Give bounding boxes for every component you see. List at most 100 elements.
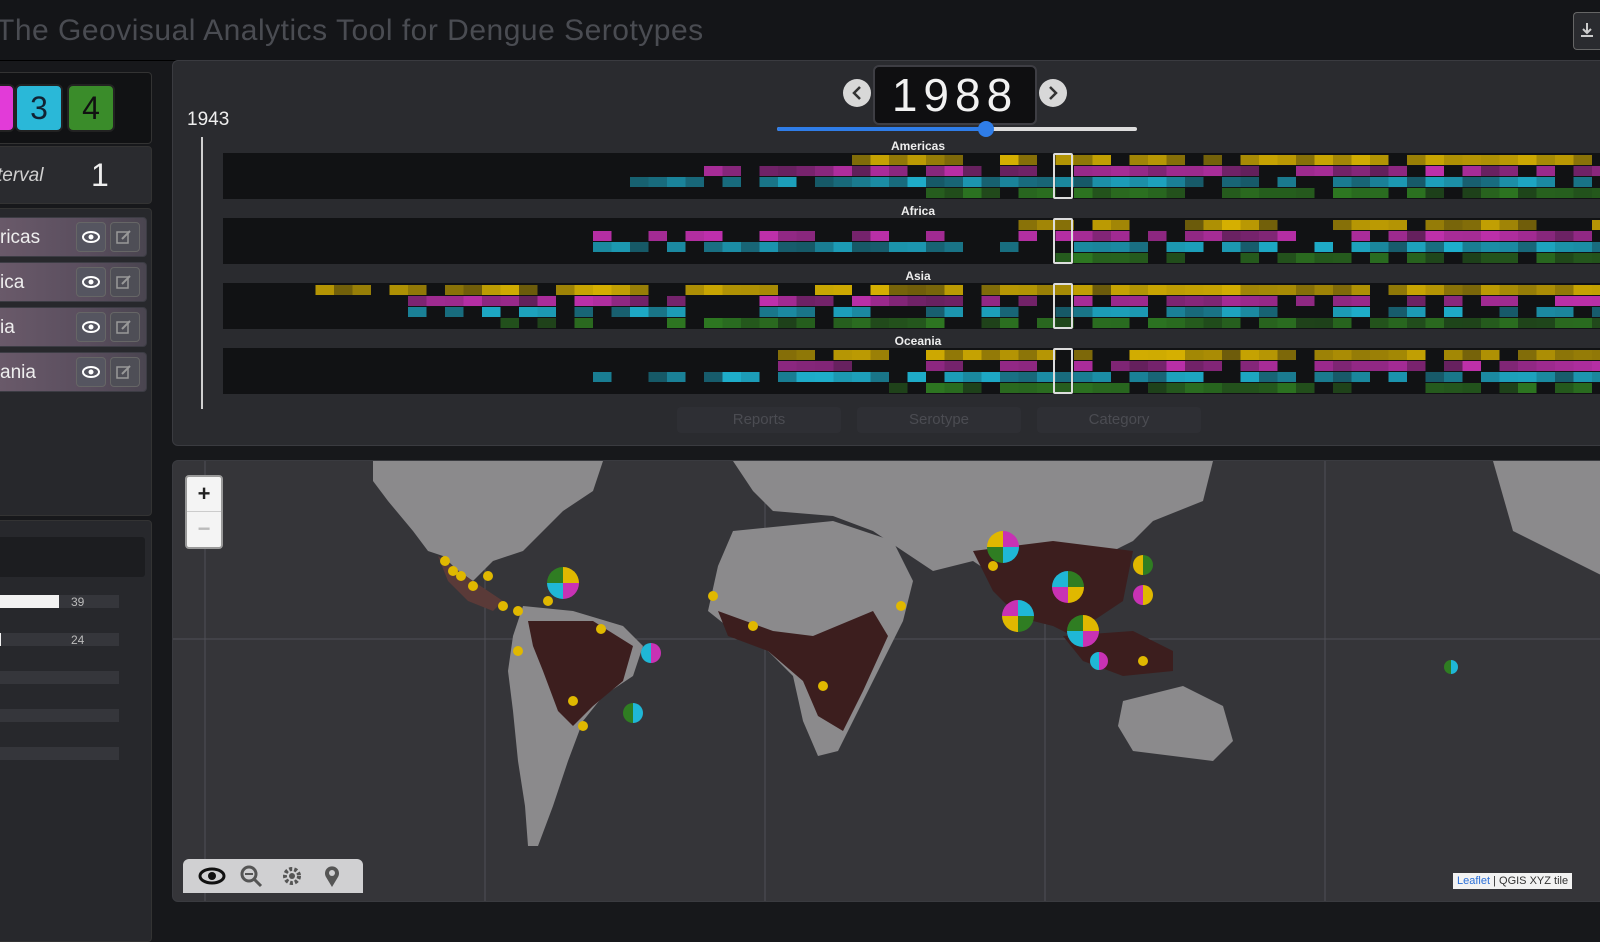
stat-bar <box>0 709 119 722</box>
outbreak-dot[interactable] <box>513 646 523 656</box>
outbreak-pie-slice[interactable] <box>633 703 643 723</box>
heat-cell <box>1166 188 1185 198</box>
outbreak-dot[interactable] <box>568 696 578 706</box>
interval-value[interactable]: 1 <box>91 157 109 194</box>
outbreak-dot[interactable] <box>543 596 553 606</box>
outbreak-dot[interactable] <box>513 606 523 616</box>
heat-cell <box>537 318 556 328</box>
heat-cell <box>944 188 963 198</box>
heat-cell <box>574 285 593 295</box>
outbreak-pie-slice[interactable] <box>623 703 633 723</box>
heat-cell <box>778 296 797 306</box>
zoom-in-button[interactable]: + <box>187 477 221 512</box>
region-item[interactable]: ania <box>0 352 147 392</box>
region-visibility-toggle[interactable] <box>76 312 106 342</box>
timeline-heat-strip[interactable] <box>223 348 1600 394</box>
serotype-2-button[interactable] <box>0 84 15 132</box>
region-edit-button[interactable] <box>110 312 140 342</box>
outbreak-dot[interactable] <box>483 571 493 581</box>
year-slider-thumb[interactable] <box>977 121 994 137</box>
outbreak-pie-slice[interactable] <box>1143 585 1153 605</box>
visibility-tool-button[interactable] <box>197 863 227 889</box>
outbreak-dot[interactable] <box>748 621 758 631</box>
serotype-4-button[interactable]: 4 <box>67 84 115 132</box>
heat-cell <box>1259 242 1278 252</box>
heat-cell <box>741 318 760 328</box>
heat-cell <box>1351 231 1370 241</box>
heat-cell <box>1351 155 1370 165</box>
map-canvas[interactable] <box>173 461 1600 901</box>
outbreak-pie-slice[interactable] <box>1143 555 1153 575</box>
outbreak-dot[interactable] <box>468 581 478 591</box>
tab-reports[interactable]: Reports <box>677 407 841 433</box>
outbreak-pie-slice[interactable] <box>563 567 579 583</box>
heat-cell <box>574 307 593 317</box>
heat-cell <box>870 318 889 328</box>
tab-category[interactable]: Category <box>1037 407 1201 433</box>
outbreak-dot[interactable] <box>440 556 450 566</box>
zoom-tool-button[interactable] <box>237 863 267 889</box>
region-visibility-toggle[interactable] <box>76 267 106 297</box>
outbreak-pie-slice[interactable] <box>563 583 579 599</box>
world-map[interactable]: + − Leaflet | QGIS XYZ tile <box>172 460 1600 902</box>
previous-year-button[interactable] <box>843 79 871 107</box>
heat-cell <box>759 307 778 317</box>
outbreak-dot[interactable] <box>818 681 828 691</box>
tab-serotype[interactable]: Serotype <box>857 407 1021 433</box>
outbreak-dot[interactable] <box>708 591 718 601</box>
heat-cell <box>1592 242 1600 252</box>
region-item[interactable]: ricas <box>0 217 147 257</box>
leaflet-link[interactable]: Leaflet <box>1457 875 1490 887</box>
region-edit-button[interactable] <box>110 357 140 387</box>
heat-cell <box>1518 383 1537 393</box>
region-item[interactable]: ia <box>0 307 147 347</box>
heat-cell <box>389 285 408 295</box>
heat-cell <box>1222 285 1241 295</box>
heat-cell <box>1592 253 1600 263</box>
outbreak-pie-slice[interactable] <box>1444 660 1451 674</box>
outbreak-dot[interactable] <box>988 561 998 571</box>
outbreak-dot[interactable] <box>896 601 906 611</box>
region-item[interactable]: ica <box>0 262 147 302</box>
outbreak-pie-slice[interactable] <box>1133 585 1143 605</box>
serotype-3-button[interactable]: 3 <box>15 84 63 132</box>
outbreak-dot[interactable] <box>1138 656 1148 666</box>
heat-cell <box>1092 253 1111 263</box>
region-visibility-toggle[interactable] <box>76 357 106 387</box>
heat-cell <box>1166 242 1185 252</box>
timeline-heat-strip[interactable] <box>223 153 1600 199</box>
outbreak-pie-slice[interactable] <box>1018 616 1034 632</box>
heat-cell <box>870 177 889 187</box>
outbreak-dot[interactable] <box>596 624 606 634</box>
outbreak-pie-slice[interactable] <box>1451 660 1458 674</box>
outbreak-pie-slice[interactable] <box>1002 616 1018 632</box>
settings-tool-button[interactable] <box>277 863 307 889</box>
heat-cell <box>704 372 723 382</box>
location-tool-button[interactable] <box>317 863 347 889</box>
zoom-out-button[interactable]: − <box>187 512 221 546</box>
outbreak-pie-slice[interactable] <box>547 567 563 583</box>
next-year-button[interactable] <box>1039 79 1067 107</box>
download-button[interactable] <box>1573 12 1600 50</box>
heat-cell <box>1148 350 1167 360</box>
region-edit-button[interactable] <box>110 222 140 252</box>
heat-cell <box>926 350 945 360</box>
heat-cell <box>1129 361 1148 371</box>
edit-icon <box>116 320 131 334</box>
heat-cell <box>315 285 334 295</box>
timeline-heat-strip[interactable] <box>223 283 1600 329</box>
outbreak-dot[interactable] <box>498 601 508 611</box>
region-edit-button[interactable] <box>110 267 140 297</box>
heat-cell <box>667 177 686 187</box>
region-visibility-toggle[interactable] <box>76 222 106 252</box>
outbreak-pie-slice[interactable] <box>651 643 661 663</box>
heat-cell <box>1407 242 1426 252</box>
outbreak-dot[interactable] <box>578 721 588 731</box>
year-slider[interactable] <box>777 121 1137 137</box>
outbreak-pie-slice[interactable] <box>1133 555 1143 575</box>
timeline-heat-strip[interactable] <box>223 218 1600 264</box>
outbreak-dot[interactable] <box>456 571 466 581</box>
outbreak-pie-slice[interactable] <box>1067 631 1083 647</box>
heat-cell <box>1018 361 1037 371</box>
heat-cell <box>1351 177 1370 187</box>
